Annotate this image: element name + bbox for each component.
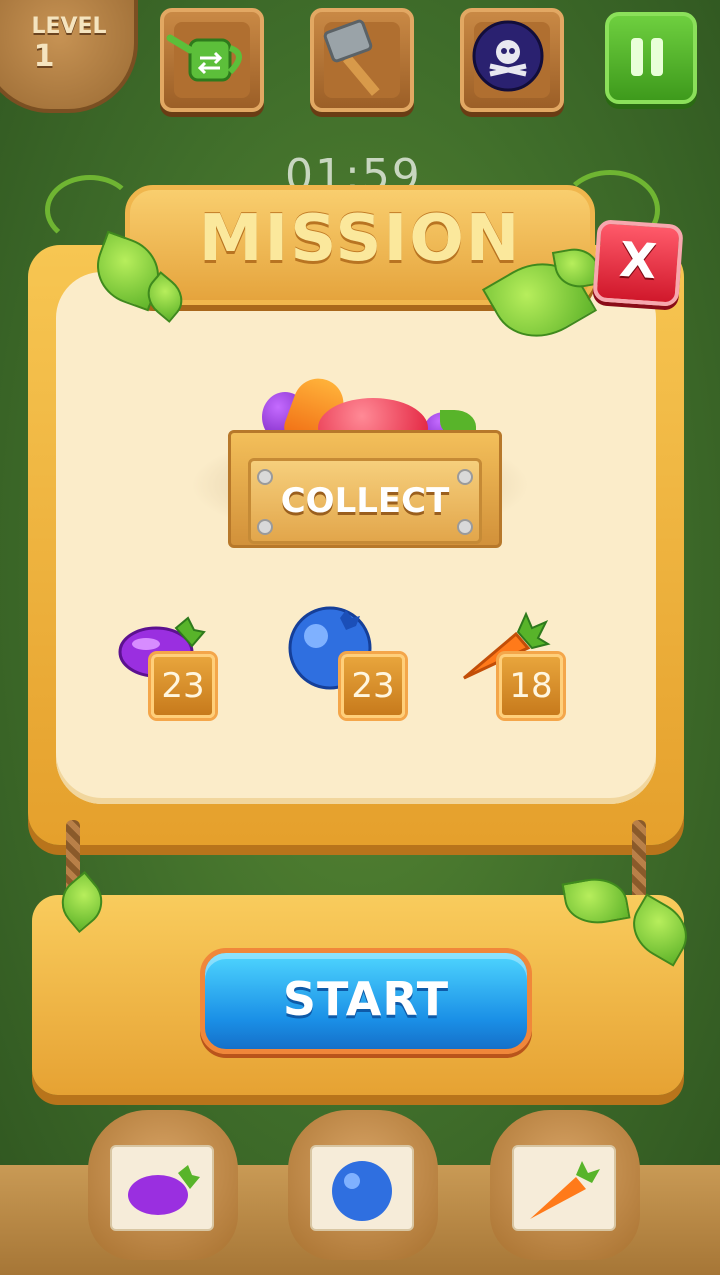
hammer-icon [323, 19, 380, 96]
level-badge: LEVEL 1 [0, 0, 138, 113]
watering-can-booster[interactable] [160, 8, 264, 112]
close-button[interactable]: X [592, 219, 684, 307]
goal-count: 23 [341, 654, 405, 718]
hammer-booster[interactable] [310, 8, 414, 112]
goal-item: 23 [118, 608, 218, 718]
mission-title: MISSION [198, 202, 522, 276]
skull-bomb-icon [472, 20, 544, 92]
goal-sack-eggplant [88, 1110, 238, 1260]
goal-sack-blueberry [288, 1110, 438, 1260]
pause-icon [631, 38, 643, 76]
level-label: LEVEL [31, 14, 107, 39]
goal-item: 18 [462, 608, 563, 718]
goal-count: 18 [499, 654, 563, 718]
goal-item: 23 [288, 606, 405, 718]
start-button[interactable]: START [200, 948, 532, 1054]
watering-can-icon [166, 34, 242, 82]
goal-count: 23 [151, 654, 215, 718]
bomb-booster[interactable] [460, 8, 564, 112]
level-number: 1 [33, 39, 55, 74]
blueberry-icon [332, 1161, 392, 1221]
crate-sign: COLLECT [248, 458, 482, 544]
top-hud: LEVEL 1 [0, 0, 720, 115]
goal-sack-carrot [490, 1110, 640, 1260]
vine-left [45, 175, 135, 245]
crate-label: COLLECT [280, 481, 450, 521]
eggplant-icon [128, 1165, 200, 1215]
carrot-icon [530, 1161, 600, 1219]
pause-button[interactable] [605, 12, 697, 104]
